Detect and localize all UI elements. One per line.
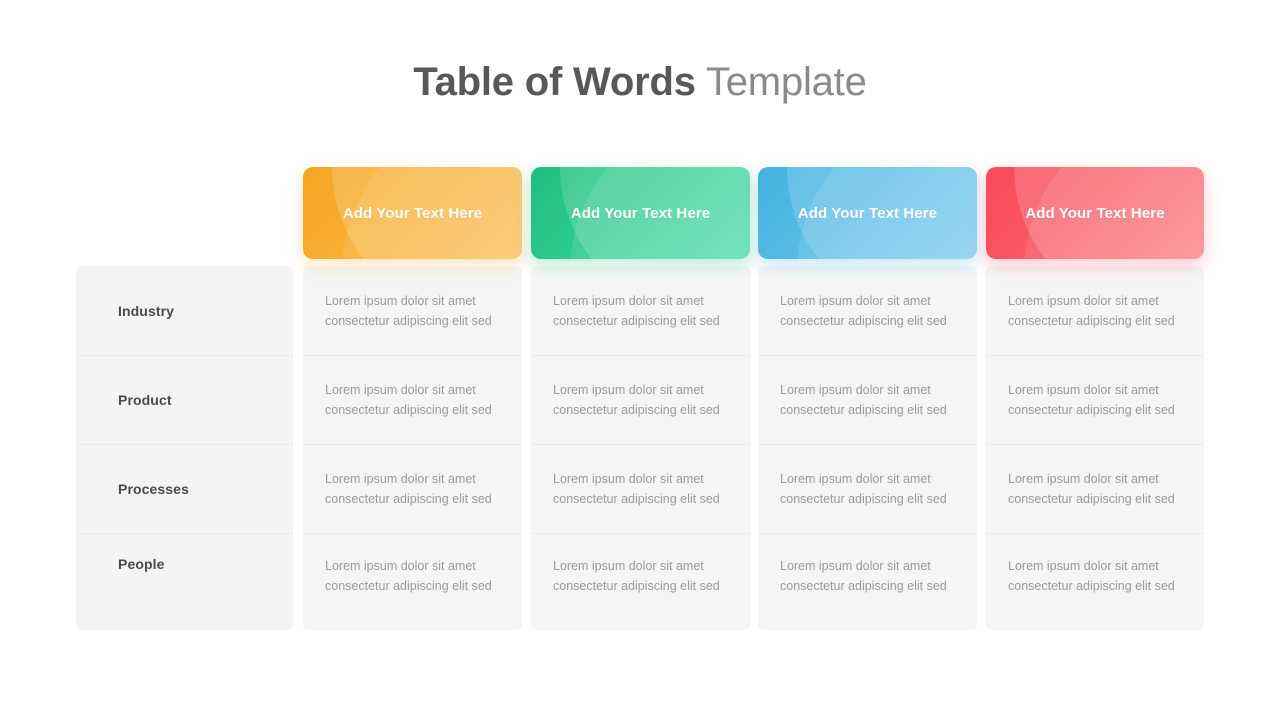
cell-text: Lorem ipsum dolor sit amet consectetur a… bbox=[1008, 472, 1175, 506]
cell-text: Lorem ipsum dolor sit amet consectetur a… bbox=[780, 472, 947, 506]
table-cell: Lorem ipsum dolor sit amet consectetur a… bbox=[986, 533, 1204, 630]
row-label-industry: Industry bbox=[118, 302, 175, 319]
cell-text: Lorem ipsum dolor sit amet consectetur a… bbox=[780, 559, 947, 593]
cell-text: Lorem ipsum dolor sit amet consectetur a… bbox=[1008, 293, 1175, 328]
page-title-light: Template bbox=[695, 60, 867, 104]
data-column-panel-4: Lorem ipsum dolor sit amet consectetur a… bbox=[986, 266, 1204, 630]
column-header-label-4: Add Your Text Here bbox=[1025, 204, 1165, 222]
table-cell: Lorem ipsum dolor sit amet consectetur a… bbox=[531, 266, 750, 355]
slide-canvas: Table of Words Template Industry Product… bbox=[0, 0, 1280, 720]
table-row: Product bbox=[76, 355, 293, 444]
table-cell: Lorem ipsum dolor sit amet consectetur a… bbox=[531, 444, 750, 533]
table-cell: Lorem ipsum dolor sit amet consectetur a… bbox=[531, 355, 750, 444]
page-title-strong: Table of Words bbox=[413, 60, 696, 104]
cell-text: Lorem ipsum dolor sit amet consectetur a… bbox=[553, 559, 720, 593]
data-column-panel-1: Lorem ipsum dolor sit amet consectetur a… bbox=[303, 266, 522, 630]
cell-text: Lorem ipsum dolor sit amet consectetur a… bbox=[325, 293, 492, 328]
row-label-people: People bbox=[118, 556, 165, 572]
cell-text: Lorem ipsum dolor sit amet consectetur a… bbox=[325, 383, 492, 417]
row-label-processes: Processes bbox=[118, 481, 189, 497]
data-column-panel-2: Lorem ipsum dolor sit amet consectetur a… bbox=[531, 266, 750, 630]
row-label-column: Industry Product Processes People bbox=[76, 167, 293, 630]
table-cell: Lorem ipsum dolor sit amet consectetur a… bbox=[758, 444, 977, 533]
page-title: Table of Words Template bbox=[0, 56, 1280, 108]
table-cell: Lorem ipsum dolor sit amet consectetur a… bbox=[303, 444, 522, 533]
table-cell: Lorem ipsum dolor sit amet consectetur a… bbox=[986, 444, 1204, 533]
column-header-label-2: Add Your Text Here bbox=[570, 204, 711, 222]
table-cell: Lorem ipsum dolor sit amet consectetur a… bbox=[531, 533, 750, 630]
column-header-card-2[interactable]: Add Your Text Here bbox=[531, 167, 750, 259]
data-column-4: Add Your Text Here Lorem ipsum dolor sit… bbox=[986, 167, 1204, 630]
cell-text: Lorem ipsum dolor sit amet consectetur a… bbox=[325, 472, 492, 506]
row-label-product: Product bbox=[118, 392, 172, 408]
cell-text: Lorem ipsum dolor sit amet consectetur a… bbox=[780, 383, 947, 417]
column-header-card-1[interactable]: Add Your Text Here bbox=[303, 167, 522, 259]
data-column-1: Add Your Text Here Lorem ipsum dolor sit… bbox=[303, 167, 522, 630]
column-header-card-4[interactable]: Add Your Text Here bbox=[986, 167, 1204, 259]
table-cell: Lorem ipsum dolor sit amet consectetur a… bbox=[758, 355, 977, 444]
table-cell: Lorem ipsum dolor sit amet consectetur a… bbox=[303, 533, 522, 630]
column-header-card-3[interactable]: Add Your Text Here bbox=[758, 167, 977, 259]
row-label-panel: Industry Product Processes People bbox=[76, 266, 293, 630]
table-cell: Lorem ipsum dolor sit amet consectetur a… bbox=[758, 266, 977, 355]
cell-text: Lorem ipsum dolor sit amet consectetur a… bbox=[1008, 559, 1175, 593]
cell-text: Lorem ipsum dolor sit amet consectetur a… bbox=[553, 383, 720, 417]
title-area: Table of Words Template bbox=[0, 56, 1280, 108]
table-cell: Lorem ipsum dolor sit amet consectetur a… bbox=[303, 266, 522, 355]
table-cell: Lorem ipsum dolor sit amet consectetur a… bbox=[303, 355, 522, 444]
column-header-label-3: Add Your Text Here bbox=[797, 204, 938, 222]
table-cell: Lorem ipsum dolor sit amet consectetur a… bbox=[986, 355, 1204, 444]
data-column-panel-3: Lorem ipsum dolor sit amet consectetur a… bbox=[758, 266, 977, 630]
table-row: Industry bbox=[76, 266, 293, 355]
table-cell: Lorem ipsum dolor sit amet consectetur a… bbox=[758, 533, 977, 630]
cell-text: Lorem ipsum dolor sit amet consectetur a… bbox=[780, 293, 947, 328]
table-cell: Lorem ipsum dolor sit amet consectetur a… bbox=[986, 266, 1204, 355]
cell-text: Lorem ipsum dolor sit amet consectetur a… bbox=[1008, 383, 1175, 417]
words-table: Industry Product Processes People Add Yo… bbox=[76, 167, 1204, 647]
row-label-header-spacer bbox=[76, 167, 293, 259]
cell-text: Lorem ipsum dolor sit amet consectetur a… bbox=[553, 472, 720, 506]
table-row: Processes bbox=[76, 444, 293, 533]
table-row: People bbox=[76, 533, 293, 630]
cell-text: Lorem ipsum dolor sit amet consectetur a… bbox=[553, 293, 720, 328]
cell-text: Lorem ipsum dolor sit amet consectetur a… bbox=[325, 559, 492, 593]
data-column-2: Add Your Text Here Lorem ipsum dolor sit… bbox=[531, 167, 750, 630]
data-column-3: Add Your Text Here Lorem ipsum dolor sit… bbox=[758, 167, 977, 630]
column-header-label-1: Add Your Text Here bbox=[342, 204, 483, 222]
